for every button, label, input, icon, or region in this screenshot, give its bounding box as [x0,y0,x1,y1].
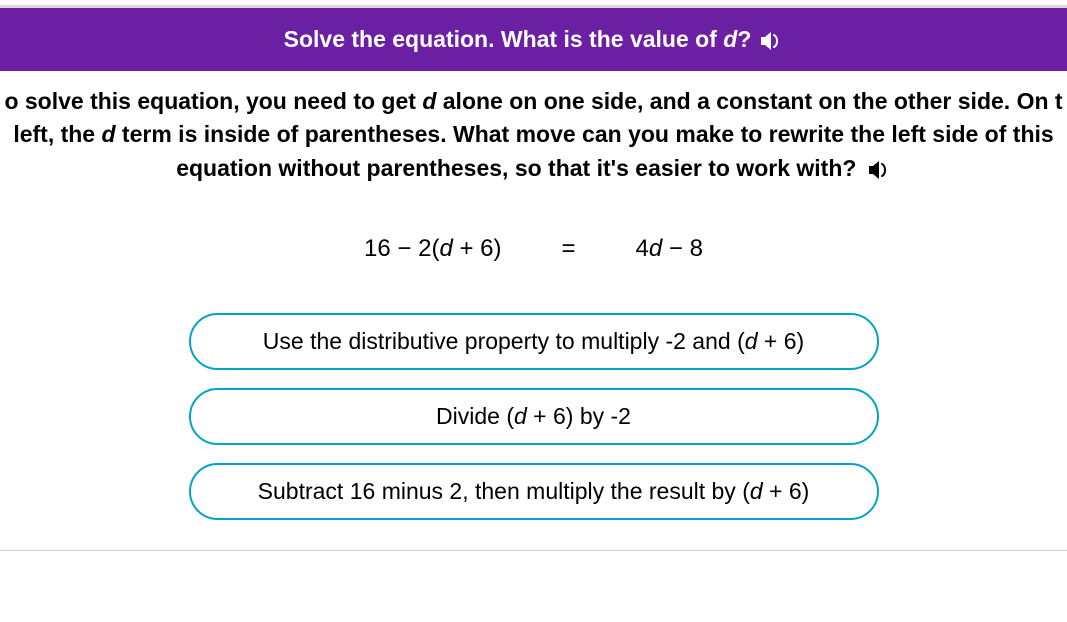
choice-variable: d [745,328,758,354]
equation-text: 4 [636,235,649,262]
prompt-variable: d [101,121,115,147]
audio-icon[interactable] [869,152,891,185]
equation-left: 16 − 2(d + 6) [364,235,501,263]
equation-text: − 8 [662,235,703,262]
question-prefix: Solve the equation. What is the value of [284,26,724,52]
choice-text: + 6) by -2 [527,403,631,429]
prompt-variable: d [422,88,436,114]
prompt-text: term is inside of parentheses. What move… [116,121,1054,147]
choice-text: Use the distributive property to multipl… [263,328,745,354]
question-suffix: ? [737,26,751,52]
question-variable: d [723,26,737,52]
hint-prompt: o solve this equation, you need to get d… [0,71,1067,195]
top-divider [0,0,1067,8]
prompt-text: alone on one side, and a constant on the… [436,88,1062,114]
equation-text: + 6) [453,235,502,262]
choice-text: + 6) [763,478,810,504]
question-header: Solve the equation. What is the value of… [0,8,1067,71]
choice-2[interactable]: Divide (d + 6) by -2 [189,388,879,445]
question-text: Solve the equation. What is the value of… [284,26,752,53]
choice-1[interactable]: Use the distributive property to multipl… [189,313,879,370]
choice-text: Divide ( [436,403,514,429]
equation: 16 − 2(d + 6) = 4d − 8 [0,195,1067,313]
choice-text: Subtract 16 minus 2, then multiply the r… [258,478,750,504]
answer-choices: Use the distributive property to multipl… [0,313,1067,540]
equation-text: 16 − 2( [364,235,439,262]
prompt-text: o solve this equation, you need to get [4,88,422,114]
choice-3[interactable]: Subtract 16 minus 2, then multiply the r… [189,463,879,520]
equation-right: 4d − 8 [636,235,703,263]
audio-icon[interactable] [761,26,783,53]
prompt-text: left, the [13,121,101,147]
bottom-divider [0,550,1067,551]
equation-variable: d [439,235,452,262]
choice-variable: d [750,478,763,504]
equation-variable: d [649,235,662,262]
choice-text: + 6) [758,328,805,354]
equals-sign: = [562,235,576,263]
choice-variable: d [514,403,527,429]
prompt-text: equation without parentheses, so that it… [176,155,856,181]
